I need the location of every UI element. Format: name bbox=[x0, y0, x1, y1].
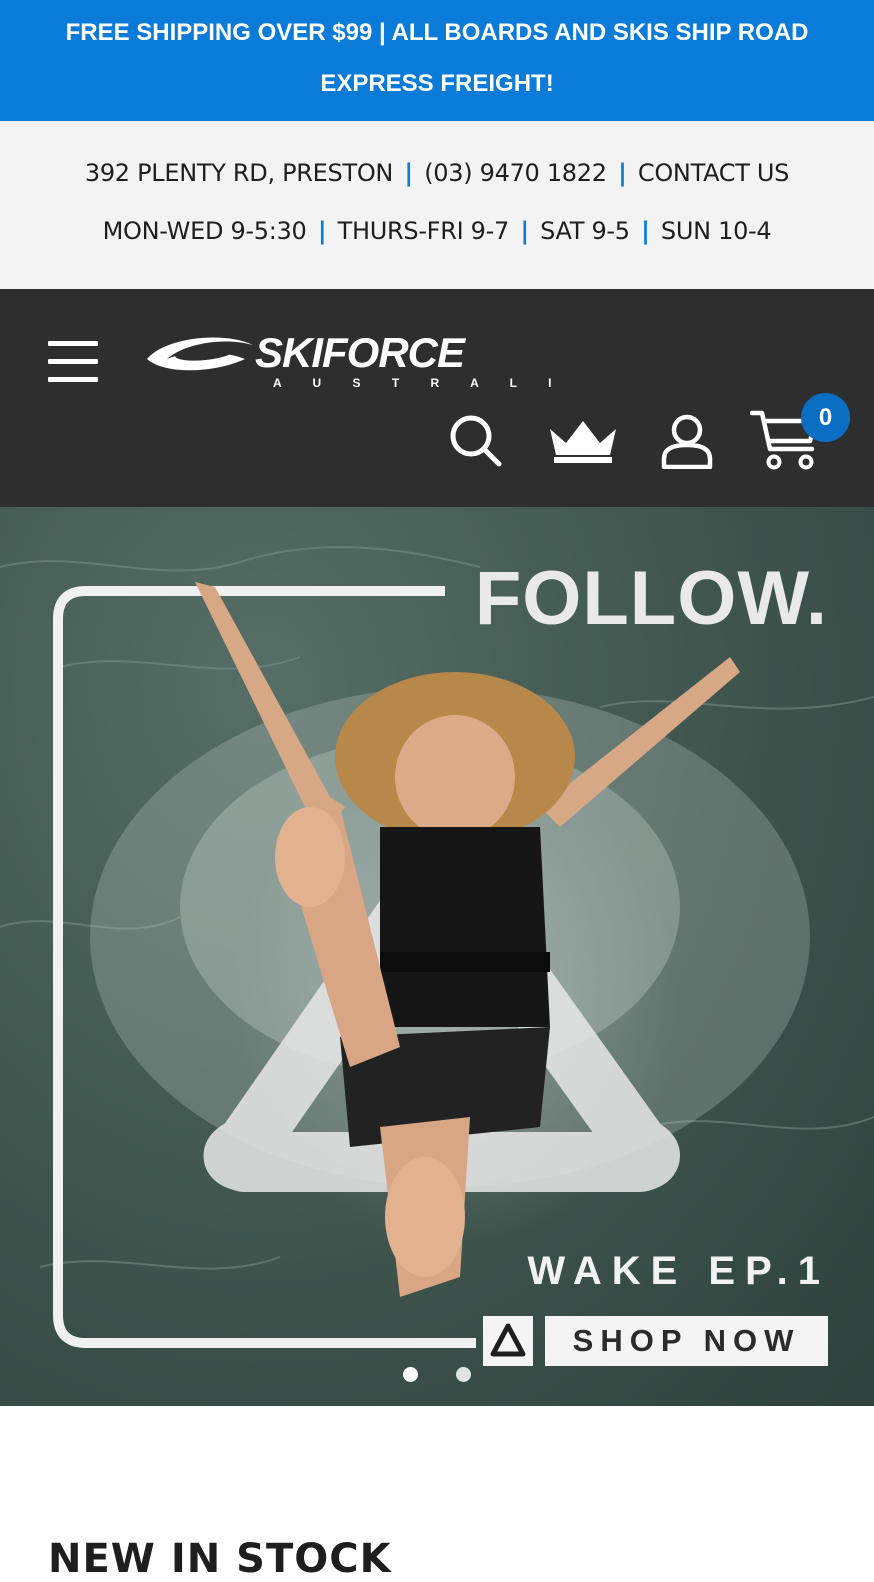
hero-headline: FOLLOW. bbox=[474, 556, 828, 641]
triangle-logo-icon bbox=[483, 1316, 533, 1366]
hours-sun: SUN 10-4 bbox=[660, 217, 772, 245]
carousel-dots bbox=[0, 1367, 874, 1383]
account-icon[interactable] bbox=[660, 413, 714, 469]
separator: | bbox=[520, 217, 529, 245]
hours-sat: SAT 9-5 bbox=[540, 217, 630, 245]
store-hours-line: MON-WED 9-5:30 | THURS-FRI 9-7 | SAT 9-5… bbox=[0, 217, 874, 245]
crown-icon[interactable] bbox=[548, 419, 618, 465]
hours-mon-wed: MON-WED 9-5:30 bbox=[102, 217, 307, 245]
hero-banner[interactable]: FOLLOW. WAKE EP.1 SHOP NOW bbox=[0, 507, 874, 1406]
menu-icon[interactable] bbox=[48, 341, 98, 383]
store-phone-link[interactable]: (03) 9470 1822 bbox=[424, 159, 607, 187]
carousel-dot-1[interactable] bbox=[403, 1367, 418, 1382]
store-info-bar: 392 PLENTY RD, PRESTON | (03) 9470 1822 … bbox=[0, 121, 874, 289]
contact-us-link[interactable]: CONTACT US bbox=[638, 159, 790, 187]
separator: | bbox=[618, 159, 627, 187]
store-address: 392 PLENTY RD, PRESTON bbox=[84, 159, 394, 187]
site-header: SKIFORCE A U S T R A L I A 0 bbox=[0, 289, 874, 507]
hours-thurs-fri: THURS-FRI 9-7 bbox=[337, 217, 510, 245]
announcement-line-1: FREE SHIPPING OVER $99 | ALL BOARDS AND … bbox=[65, 19, 809, 46]
logo-subtext: A U S T R A L I A bbox=[273, 376, 560, 389]
separator: | bbox=[641, 217, 650, 245]
separator: | bbox=[317, 217, 327, 245]
logo-wordmark: SKIFORCE bbox=[255, 329, 467, 376]
announcement-line-2: EXPRESS FREIGHT! bbox=[320, 70, 554, 97]
store-contact-line: 392 PLENTY RD, PRESTON | (03) 9470 1822 … bbox=[0, 159, 874, 187]
skiforce-logo[interactable]: SKIFORCE A U S T R A L I A bbox=[145, 329, 560, 389]
shop-now-button[interactable]: SHOP NOW bbox=[545, 1316, 828, 1366]
cart-count-badge[interactable]: 0 bbox=[801, 393, 850, 442]
search-icon[interactable] bbox=[448, 413, 502, 467]
separator: | bbox=[404, 159, 413, 187]
announcement-bar: FREE SHIPPING OVER $99 | ALL BOARDS AND … bbox=[0, 0, 874, 121]
new-in-stock-heading: NEW IN STOCK bbox=[48, 1536, 392, 1582]
carousel-dot-2[interactable] bbox=[456, 1367, 471, 1382]
hero-subtitle: WAKE EP.1 bbox=[527, 1249, 830, 1293]
